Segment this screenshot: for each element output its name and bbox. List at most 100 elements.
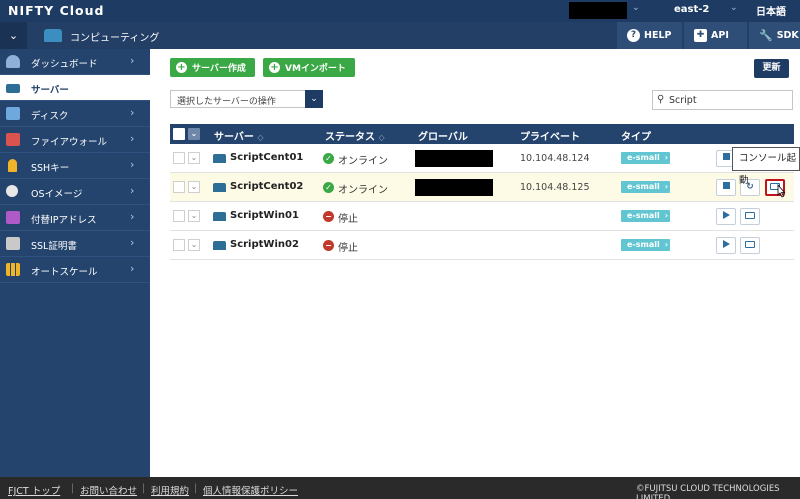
sidebar-item-server[interactable]: サーバー bbox=[0, 75, 150, 101]
row-expand-toggle[interactable]: ⌄ bbox=[188, 210, 200, 222]
table-row[interactable]: ⌄ ScriptWin01 − 停止 e-small › bbox=[170, 202, 794, 231]
stop-circle-icon: − bbox=[323, 240, 334, 251]
chevron-down-icon: ⌄ bbox=[8, 29, 19, 42]
row-checkbox[interactable] bbox=[173, 152, 185, 164]
column-server[interactable]: サーバー ◇ bbox=[214, 128, 264, 143]
create-server-label: サーバー作成 bbox=[192, 64, 246, 74]
column-label: ステータス bbox=[325, 132, 375, 143]
row-checkbox[interactable] bbox=[173, 239, 185, 251]
stop-circle-icon: − bbox=[323, 211, 334, 222]
private-ip: 10.104.48.124 bbox=[520, 153, 590, 164]
server-action-select[interactable]: 選択したサーバーの操作 ⌄ bbox=[170, 90, 323, 108]
sdk-label: SDK bbox=[776, 30, 799, 41]
sidebar-item-label: ダッシュボード bbox=[31, 59, 98, 70]
type-badge[interactable]: e-small › bbox=[621, 210, 670, 222]
footer-separator: | bbox=[142, 483, 146, 494]
chevron-right-icon: › bbox=[664, 153, 668, 162]
console-launch-button[interactable] bbox=[740, 208, 760, 225]
sidebar-item-ssh-key[interactable]: SSHキー › bbox=[0, 153, 150, 179]
api-label: API bbox=[711, 30, 729, 41]
puzzle-icon: ✚ bbox=[694, 29, 707, 42]
region-selector[interactable]: ⌄ east-2 ⌄ bbox=[630, 3, 742, 19]
table-row[interactable]: ⌄ ScriptCent01 ✓ オンライン 10.104.48.124 e-s… bbox=[170, 144, 794, 173]
sidebar-item-os-image[interactable]: OSイメージ › bbox=[0, 179, 150, 205]
chevron-down-icon: ⌄ bbox=[730, 3, 738, 13]
status-text: 停止 bbox=[338, 243, 358, 254]
service-title: コンピューティング bbox=[70, 33, 160, 44]
redacted-account bbox=[569, 2, 627, 19]
column-private: プライベート bbox=[520, 132, 580, 143]
type-badge[interactable]: e-small › bbox=[621, 152, 670, 164]
chevron-right-icon: › bbox=[130, 106, 135, 119]
start-button[interactable] bbox=[716, 237, 736, 254]
chevron-down-icon: ⌄ bbox=[305, 90, 323, 108]
play-icon bbox=[722, 240, 730, 248]
sort-icon: ◇ bbox=[257, 133, 264, 142]
type-label: e-small bbox=[627, 153, 660, 162]
server-icon bbox=[213, 241, 226, 250]
sidebar-item-firewall[interactable]: ファイアウォール › bbox=[0, 127, 150, 153]
server-name[interactable]: ScriptCent01 bbox=[230, 152, 303, 163]
chevron-right-icon: › bbox=[664, 182, 668, 191]
vm-import-button[interactable]: + VMインポート bbox=[263, 58, 355, 77]
app-logo[interactable]: NIFTY Cloud bbox=[8, 3, 104, 18]
chevron-right-icon: › bbox=[130, 54, 135, 67]
server-name[interactable]: ScriptWin02 bbox=[230, 239, 299, 250]
sidebar-item-ip-address[interactable]: 付替IPアドレス › bbox=[0, 205, 150, 231]
stop-icon bbox=[722, 153, 730, 160]
check-circle-icon: ✓ bbox=[323, 182, 334, 193]
footer-separator: | bbox=[71, 483, 75, 494]
footer-link-top[interactable]: FJCT トップ bbox=[8, 483, 60, 497]
search-box[interactable]: ⚲ bbox=[652, 90, 793, 110]
firewall-icon bbox=[6, 133, 20, 146]
row-expand-toggle[interactable]: ⌄ bbox=[188, 239, 200, 251]
sidebar-item-dashboard[interactable]: ダッシュボード › bbox=[0, 49, 150, 75]
row-expand-toggle[interactable]: ⌄ bbox=[188, 181, 200, 193]
api-button[interactable]: ✚ API bbox=[684, 22, 747, 49]
expand-all-toggle[interactable]: ⌄ bbox=[188, 128, 200, 140]
footer-link-privacy[interactable]: 個人情報保護ポリシー bbox=[203, 483, 298, 497]
sidebar-item-autoscale[interactable]: オートスケール › bbox=[0, 257, 150, 283]
row-expand-toggle[interactable]: ⌄ bbox=[188, 152, 200, 164]
footer-link-contact[interactable]: お問い合わせ bbox=[80, 483, 137, 497]
check-circle-icon: ✓ bbox=[323, 153, 334, 164]
sdk-button[interactable]: 🔧 SDK bbox=[749, 22, 800, 49]
console-launch-button[interactable] bbox=[740, 237, 760, 254]
stop-button[interactable] bbox=[716, 179, 736, 196]
vm-import-label: VMインポート bbox=[285, 64, 346, 74]
mouse-cursor-icon bbox=[777, 184, 786, 198]
row-checkbox[interactable] bbox=[173, 181, 185, 193]
server-name[interactable]: ScriptCent02 bbox=[230, 181, 303, 192]
menu-toggle-button[interactable]: ⌄ bbox=[0, 22, 27, 49]
plus-icon: + bbox=[176, 62, 187, 73]
table-row[interactable]: ⌄ ScriptCent02 ✓ オンライン 10.104.48.125 e-s… bbox=[170, 173, 794, 202]
footer: FJCT トップ | お問い合わせ | 利用規約 | 個人情報保護ポリシー ©F… bbox=[0, 477, 800, 499]
sidebar-item-disk[interactable]: ディスク › bbox=[0, 101, 150, 127]
table-row[interactable]: ⌄ ScriptWin02 − 停止 e-small › bbox=[170, 231, 794, 260]
private-ip: 10.104.48.125 bbox=[520, 182, 590, 193]
chevron-right-icon: › bbox=[130, 184, 135, 197]
footer-link-terms[interactable]: 利用規約 bbox=[151, 483, 189, 497]
server-icon bbox=[213, 183, 226, 192]
type-badge[interactable]: e-small › bbox=[621, 181, 670, 193]
server-name[interactable]: ScriptWin01 bbox=[230, 210, 299, 221]
help-button[interactable]: ? HELP bbox=[617, 22, 682, 49]
start-button[interactable] bbox=[716, 208, 736, 225]
select-all-checkbox[interactable] bbox=[173, 128, 185, 140]
question-icon: ? bbox=[627, 29, 640, 42]
monitor-icon bbox=[745, 212, 755, 219]
column-status[interactable]: ステータス ◇ bbox=[325, 128, 385, 143]
server-icon bbox=[6, 84, 20, 93]
status-text: オンライン bbox=[338, 156, 388, 167]
console-launch-tooltip: コンソール起動 bbox=[732, 147, 800, 186]
create-server-button[interactable]: + サーバー作成 bbox=[170, 58, 255, 77]
search-input[interactable] bbox=[669, 93, 787, 107]
type-badge[interactable]: e-small › bbox=[621, 239, 670, 251]
status-text: 停止 bbox=[338, 214, 358, 225]
top-bar: NIFTY Cloud ⌄ east-2 ⌄ 日本語 bbox=[0, 0, 800, 22]
refresh-button[interactable]: 更新 bbox=[754, 59, 789, 78]
sidebar-item-ssl-certificate[interactable]: SSL証明書 › bbox=[0, 231, 150, 257]
redacted-global-ip bbox=[415, 179, 493, 196]
language-selector[interactable]: 日本語 bbox=[756, 3, 786, 18]
row-checkbox[interactable] bbox=[173, 210, 185, 222]
